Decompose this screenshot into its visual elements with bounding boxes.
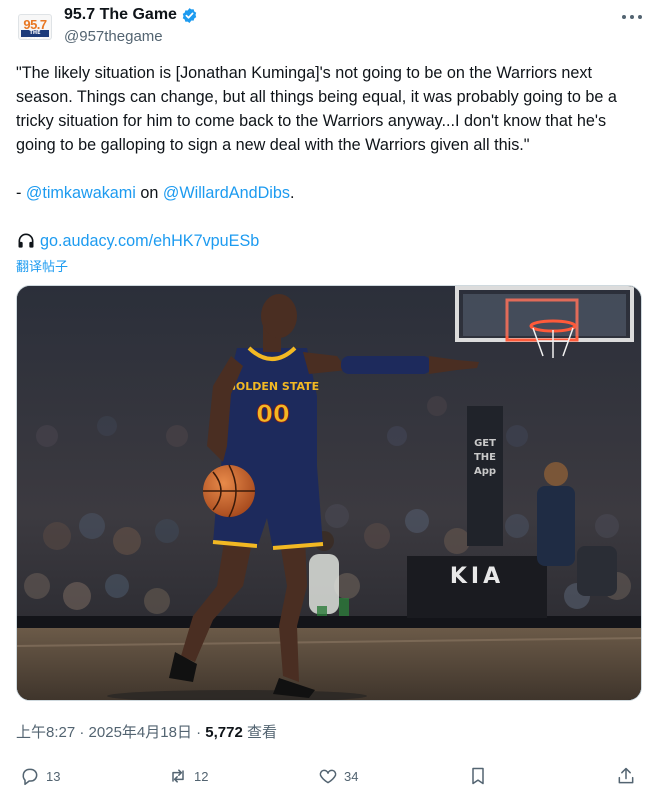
reply-button[interactable]: 13 bbox=[20, 766, 60, 786]
repost-count: 12 bbox=[194, 768, 209, 784]
like-button[interactable]: 34 bbox=[318, 766, 358, 786]
views-label: 查看 bbox=[242, 724, 278, 741]
dash-text: - bbox=[16, 184, 26, 202]
post-time[interactable]: 上午8:27 bbox=[16, 724, 75, 741]
repost-button[interactable]: 12 bbox=[168, 766, 208, 786]
avatar[interactable]: 95.7 THE GAME bbox=[18, 14, 52, 40]
audacy-link[interactable]: go.audacy.com/ehHK7vpuESb bbox=[40, 229, 259, 253]
like-count: 34 bbox=[344, 768, 359, 784]
views-count: 5,772 bbox=[205, 724, 243, 741]
translate-post-link[interactable]: 翻译帖子 bbox=[16, 256, 68, 275]
jersey-text: GOLDEN STATE bbox=[227, 380, 319, 393]
on-text: on bbox=[135, 184, 163, 202]
audio-link-row: go.audacy.com/ehHK7vpuESb bbox=[16, 229, 259, 253]
headphones-icon bbox=[16, 231, 36, 251]
reply-icon bbox=[22, 768, 38, 786]
repost-icon bbox=[172, 769, 184, 783]
period-text: . bbox=[289, 184, 295, 202]
verified-badge-icon bbox=[181, 7, 198, 24]
mention-link-timkawakami[interactable]: @timkawakami bbox=[26, 184, 136, 202]
tweet-text: "The likely situation is [Jonathan Kumin… bbox=[16, 64, 622, 154]
action-bar: 13 12 34 bbox=[16, 766, 644, 788]
tweet-meta: 上午8:27 · 2025年4月18日 · 5,772 查看 bbox=[16, 721, 277, 742]
sponsor-sign-text: KIA bbox=[450, 564, 504, 589]
mention-line: - @timkawakami on @WillardAndDibs. bbox=[16, 181, 294, 205]
svg-text:GET: GET bbox=[474, 438, 496, 449]
author-handle[interactable]: @957thegame bbox=[64, 28, 163, 45]
tweet-photo[interactable]: GET THE App KIA GOLDEN STATE 00 bbox=[16, 285, 642, 701]
jersey-number: 00 bbox=[256, 400, 289, 428]
more-options-icon[interactable] bbox=[622, 10, 642, 24]
share-button[interactable] bbox=[616, 766, 636, 786]
avatar-logo-subtext: THE GAME bbox=[21, 30, 49, 39]
post-date[interactable]: 2025年4月18日 bbox=[89, 724, 192, 741]
svg-text:App: App bbox=[474, 466, 496, 477]
meta-separator: · bbox=[75, 724, 89, 741]
meta-separator: · bbox=[191, 724, 206, 741]
bookmark-button[interactable] bbox=[468, 766, 488, 786]
author-display-name[interactable]: 95.7 The Game bbox=[64, 6, 177, 24]
svg-text:THE: THE bbox=[474, 452, 496, 463]
reply-count: 13 bbox=[46, 768, 61, 784]
author-name-row: 95.7 The Game bbox=[64, 6, 198, 24]
basketball-photo-illustration: GET THE App KIA GOLDEN STATE 00 bbox=[17, 286, 641, 700]
share-icon bbox=[618, 767, 634, 784]
tweet-header: 95.7 THE GAME 95.7 The Game @957thegame bbox=[16, 6, 644, 50]
bookmark-icon bbox=[472, 767, 484, 785]
heart-icon bbox=[319, 769, 337, 784]
mention-link-willardanddibs[interactable]: @WillardAndDibs bbox=[163, 184, 290, 202]
